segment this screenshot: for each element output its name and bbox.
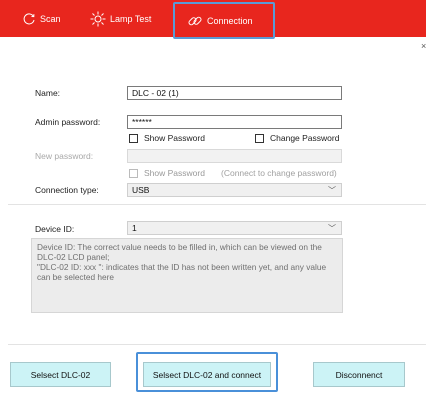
admin-password-input[interactable]: ****** [127, 115, 342, 129]
change-password-checkbox[interactable]: Change Password [255, 133, 339, 143]
divider [8, 344, 426, 345]
admin-password-label: Admin password: [35, 117, 101, 127]
chevron-down-icon: ﹀ [328, 186, 336, 195]
select-dlc-button[interactable]: Selsect DLC-02 [10, 362, 111, 387]
connect-hint: (Connect to change password) [221, 168, 337, 178]
change-password-label: Change Password [270, 133, 340, 143]
device-id-value: 1 [132, 223, 137, 233]
chevron-down-icon: ﹀ [328, 224, 336, 233]
checkbox-box[interactable] [129, 168, 138, 178]
select-and-connect-button[interactable]: Selsect DLC-02 and connect [143, 362, 271, 387]
connection-type-label: Connection type: [35, 185, 99, 195]
description-line-2: "DLC-02 ID: xxx ": indicates that the ID… [37, 262, 327, 282]
device-id-select[interactable]: 1 ﹀ [127, 221, 342, 235]
tab-lamp-test[interactable]: Lamp Test [90, 0, 151, 37]
connection-type-select[interactable]: USB ﹀ [127, 183, 342, 197]
close-icon[interactable]: × [421, 41, 426, 51]
tab-scan[interactable]: Scan [22, 0, 61, 37]
show-new-password-label: Show Password [144, 168, 205, 178]
show-password-label: Show Password [144, 133, 205, 143]
tab-lamp-test-label: Lamp Test [110, 13, 152, 24]
toolbar: Scan Lamp Test Connection [0, 0, 426, 39]
tab-connection-label: Connection [207, 15, 253, 26]
tab-scan-label: Scan [40, 13, 61, 24]
name-input[interactable]: DLC - 02 (1) [127, 86, 342, 100]
checkbox-box[interactable] [129, 133, 138, 143]
show-new-password-checkbox[interactable]: Show Password [129, 168, 205, 178]
description-line-1: Device ID: The correct value needs to be… [37, 242, 322, 262]
tab-connection[interactable]: Connection [173, 2, 275, 39]
new-password-label: New password: [35, 151, 94, 161]
new-password-input[interactable] [127, 149, 342, 163]
name-label: Name: [35, 88, 61, 98]
device-id-label: Device ID: [35, 224, 75, 234]
refresh-icon [22, 12, 36, 26]
link-icon [187, 13, 203, 29]
show-password-checkbox[interactable]: Show Password [129, 133, 205, 143]
connection-type-value: USB [132, 185, 150, 195]
divider [8, 204, 426, 205]
disconnect-button[interactable]: Disconnenct [313, 362, 405, 387]
checkbox-box[interactable] [255, 133, 264, 143]
device-id-description: Device ID: The correct value needs to be… [31, 238, 343, 313]
sun-icon [90, 11, 106, 27]
